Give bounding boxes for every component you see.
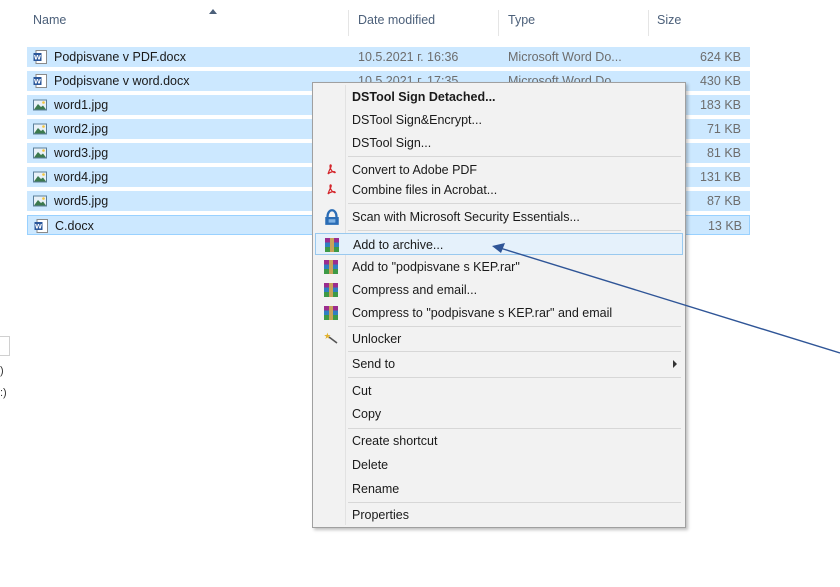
annotation-arrow-overlay xyxy=(492,243,840,354)
annotation-arrow-head-icon xyxy=(492,243,505,253)
annotation-arrow-line xyxy=(499,247,840,354)
